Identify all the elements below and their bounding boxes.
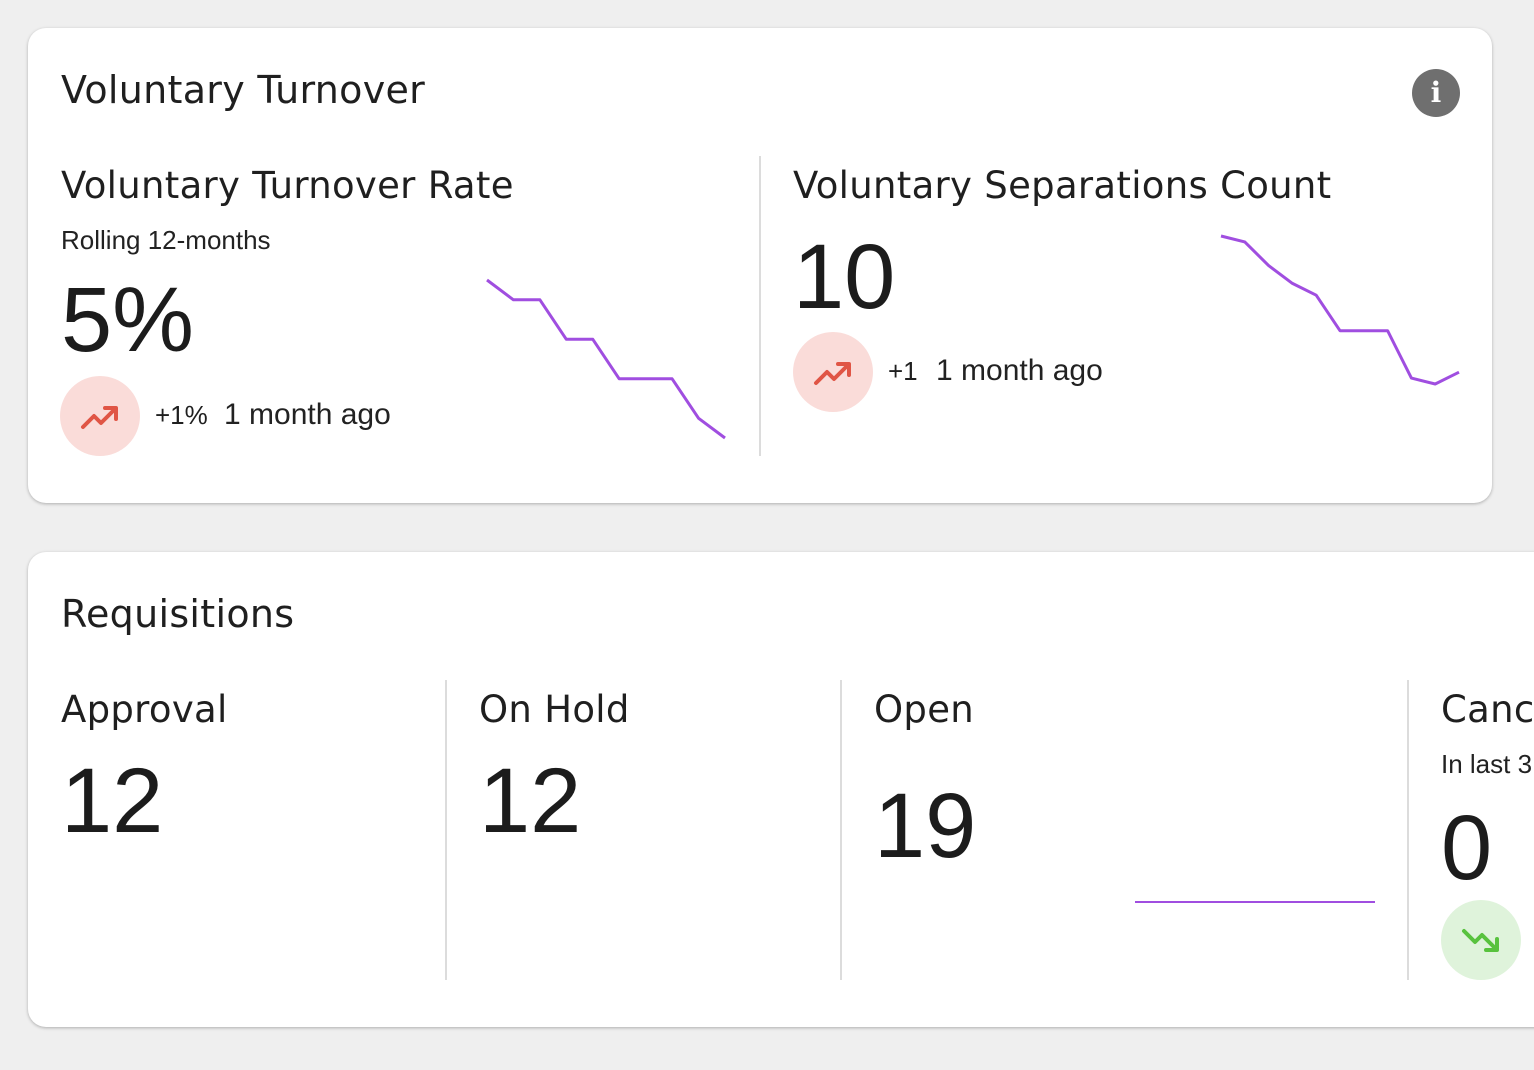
open-title: Open	[874, 688, 975, 731]
turnover-rate-when: 1 month ago	[224, 398, 391, 431]
open-value: 19	[874, 775, 977, 877]
trending-up-icon[interactable]	[60, 376, 140, 456]
turnover-rate-delta: +1%	[155, 400, 208, 430]
open-sparkline	[1135, 901, 1375, 903]
voluntary-turnover-card: Voluntary Turnover i Voluntary Turnover …	[28, 28, 1492, 503]
metric-divider	[840, 680, 842, 980]
separations-count-value: 10	[793, 226, 896, 328]
metric-divider	[759, 156, 761, 456]
separations-count-sparkline	[1220, 234, 1460, 386]
approval-title: Approval	[61, 688, 228, 731]
info-icon[interactable]: i	[1412, 69, 1460, 117]
card-title: Voluntary Turnover	[61, 68, 426, 112]
trending-down-icon[interactable]	[1441, 900, 1521, 980]
turnover-rate-title: Voluntary Turnover Rate	[61, 164, 514, 207]
separations-count-title: Voluntary Separations Count	[793, 164, 1332, 207]
metric-divider	[1407, 680, 1409, 980]
cancelled-subtitle: In last 3	[1441, 749, 1533, 779]
metric-divider	[445, 680, 447, 980]
turnover-rate-value: 5%	[61, 269, 194, 371]
cancelled-title: Canc	[1441, 688, 1534, 731]
cancelled-value: 0	[1441, 797, 1493, 899]
requisitions-card: Requisitions Approval 12 On Hold 12 Open…	[28, 552, 1534, 1027]
trending-up-icon[interactable]	[793, 332, 873, 412]
turnover-rate-subtitle: Rolling 12-months	[61, 225, 271, 255]
turnover-rate-sparkline	[486, 278, 726, 440]
on-hold-title: On Hold	[479, 688, 630, 731]
on-hold-value: 12	[479, 750, 582, 852]
separations-count-when: 1 month ago	[936, 354, 1103, 387]
approval-value: 12	[61, 750, 164, 852]
card-title: Requisitions	[61, 592, 295, 636]
separations-count-delta: +1	[888, 356, 918, 386]
